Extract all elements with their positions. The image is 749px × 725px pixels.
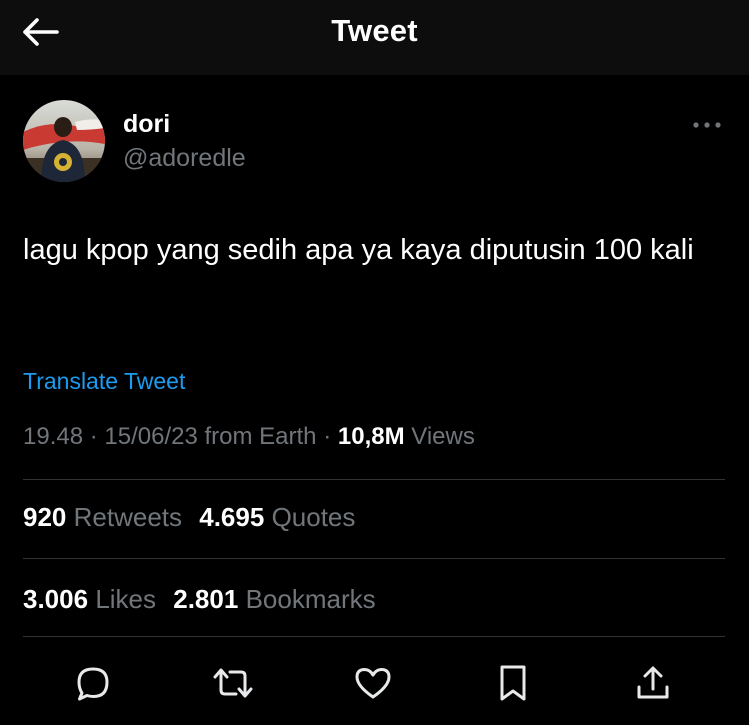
top-bar: Tweet	[0, 0, 749, 75]
tweet-meta: 19.48 · 15/06/23 from Earth · 10,8M View…	[23, 423, 475, 451]
avatar[interactable]	[23, 100, 105, 182]
author-handle[interactable]: @adoredle	[123, 144, 246, 173]
bookmarks-label: Bookmarks	[245, 584, 376, 614]
author-display-name[interactable]: dori	[123, 110, 170, 139]
divider	[23, 636, 725, 637]
retweets-stat[interactable]: 920 Retweets	[23, 502, 189, 532]
stats-row-likes: 3.006 Likes 2.801 Bookmarks	[23, 584, 376, 615]
views-count: 10,8M	[337, 423, 405, 450]
views-label: Views	[411, 423, 475, 450]
meta-separator: ·	[323, 423, 338, 450]
avatar-image	[23, 100, 105, 182]
bookmarks-stat[interactable]: 2.801 Bookmarks	[173, 584, 375, 614]
more-horizontal-icon	[693, 122, 721, 128]
reply-bubble-icon	[77, 667, 109, 701]
bookmark-button[interactable]	[490, 660, 536, 706]
quotes-count: 4.695	[199, 502, 265, 532]
quotes-stat[interactable]: 4.695 Quotes	[199, 502, 355, 532]
likes-label: Likes	[95, 584, 157, 614]
bookmarks-count: 2.801	[173, 584, 239, 614]
stats-row-reposts: 920 Retweets 4.695 Quotes	[23, 502, 355, 533]
retweet-icon	[213, 668, 253, 698]
share-button[interactable]	[630, 660, 676, 706]
reply-button[interactable]	[70, 660, 116, 706]
tweet-time: 19.48	[23, 423, 84, 450]
tweet-text: lagu kpop yang sedih apa ya kaya diputus…	[23, 234, 694, 266]
meta-separator: ·	[89, 423, 105, 450]
tweet-source: from Earth	[204, 423, 317, 450]
like-button[interactable]	[350, 660, 396, 706]
quotes-label: Quotes	[271, 502, 356, 532]
more-options-button[interactable]	[690, 113, 724, 137]
divider	[23, 479, 725, 480]
retweets-count: 920	[23, 502, 67, 532]
likes-stat[interactable]: 3.006 Likes	[23, 584, 163, 614]
heart-icon	[355, 668, 391, 699]
translate-tweet-link[interactable]: Translate Tweet	[23, 368, 185, 395]
bookmark-icon	[500, 665, 526, 701]
retweets-label: Retweets	[73, 502, 183, 532]
page-title: Tweet	[331, 13, 418, 48]
tweet-date[interactable]: 15/06/23	[104, 423, 197, 450]
retweet-button[interactable]	[210, 660, 256, 706]
share-upload-icon	[637, 666, 669, 699]
action-bar	[0, 652, 749, 710]
likes-count: 3.006	[23, 584, 89, 614]
divider	[23, 558, 725, 559]
